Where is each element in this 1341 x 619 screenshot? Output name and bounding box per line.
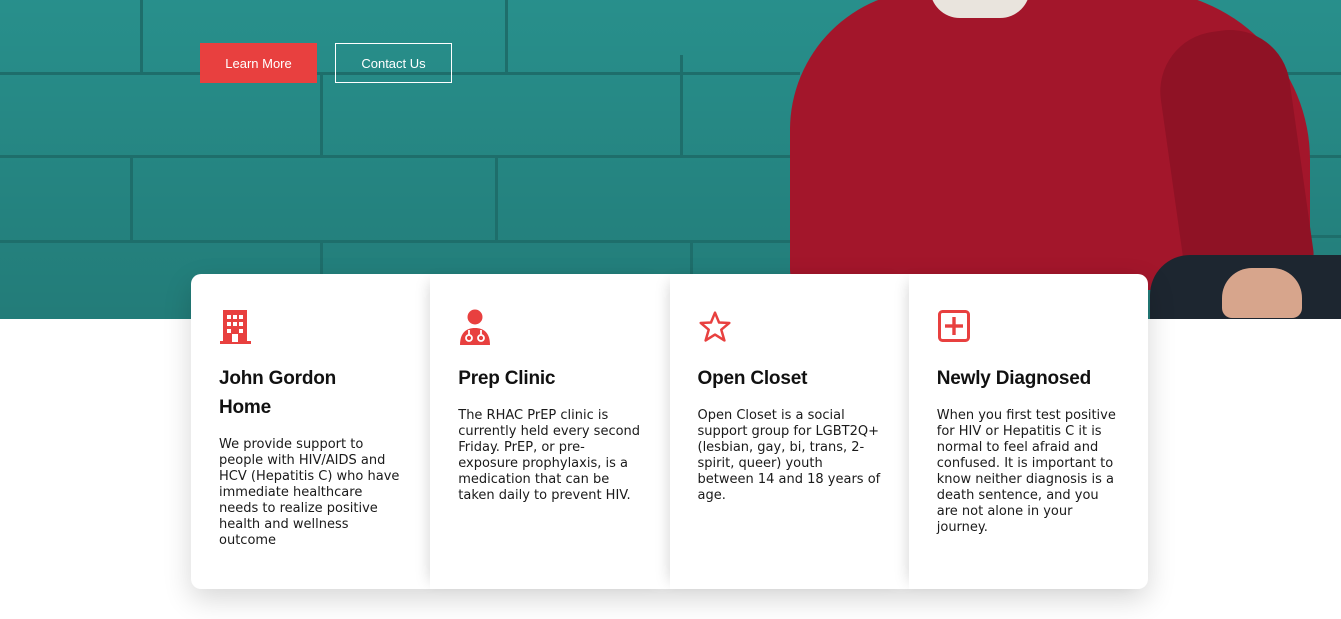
person-hand — [1222, 268, 1302, 318]
hospital-building-icon — [220, 310, 251, 344]
card-description: We provide support to people with HIV/AI… — [219, 437, 400, 548]
service-cards: John Gordon Home We provide support to p… — [191, 274, 1148, 589]
brick-mortar-line — [140, 0, 143, 72]
hero-banner: Learn More Contact Us — [0, 0, 1341, 319]
brick-mortar-line — [680, 55, 683, 155]
card-description: When you first test positive for HIV or … — [936, 408, 1116, 535]
brick-mortar-line — [320, 75, 323, 155]
service-card-prep-clinic[interactable]: Prep Clinic The RHAC PrEP clinic is curr… — [430, 274, 669, 589]
brick-mortar-line — [130, 158, 133, 240]
learn-more-button[interactable]: Learn More — [200, 43, 317, 83]
brick-mortar-line — [0, 240, 800, 243]
contact-us-button[interactable]: Contact Us — [335, 43, 452, 83]
card-title: John Gordon Home — [219, 368, 337, 418]
brick-mortar-line — [0, 155, 800, 158]
brick-mortar-line — [505, 0, 508, 72]
card-title: Open Closet — [697, 368, 808, 389]
service-card-open-closet[interactable]: Open Closet Open Closet is a social supp… — [670, 274, 909, 589]
card-description: Open Closet is a social support group fo… — [697, 408, 881, 503]
card-title: Newly Diagnosed — [936, 368, 1092, 389]
brick-mortar-line — [495, 158, 498, 240]
service-card-john-gordon-home[interactable]: John Gordon Home We provide support to p… — [191, 274, 430, 589]
doctor-stethoscope-icon — [460, 309, 491, 345]
card-title: Prep Clinic — [458, 368, 556, 389]
service-card-newly-diagnosed[interactable]: Newly Diagnosed When you first test posi… — [909, 274, 1148, 589]
card-description: The RHAC PrEP clinic is currently held e… — [458, 408, 641, 503]
star-outline-icon — [698, 311, 731, 342]
medical-plus-square-icon — [937, 310, 970, 342]
